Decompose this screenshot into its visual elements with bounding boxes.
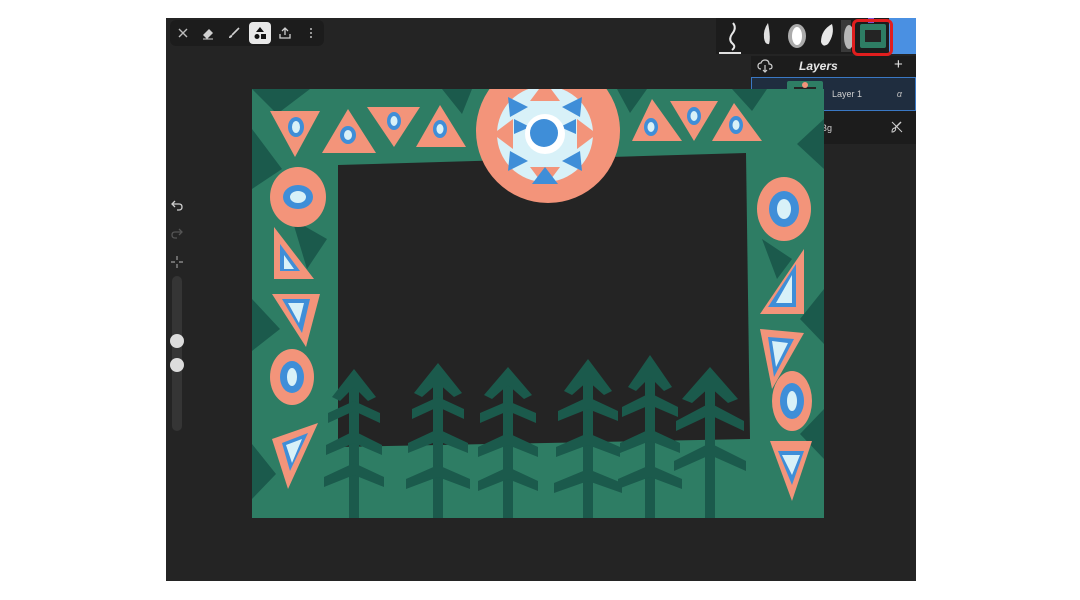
brush-stroke-icon xyxy=(788,24,806,48)
brush-size-opacity-track[interactable] xyxy=(172,276,182,431)
brush-stroke-icon xyxy=(729,22,736,51)
cloud-icon[interactable] xyxy=(757,58,773,74)
brush-button[interactable] xyxy=(223,22,245,44)
brush-stroke-icon xyxy=(821,24,833,46)
brush-preset-3[interactable] xyxy=(783,20,811,52)
active-color-swatch[interactable] xyxy=(889,18,916,54)
brush-preset-2[interactable] xyxy=(752,20,780,52)
more-button[interactable] xyxy=(300,22,322,44)
layers-header: Layers + xyxy=(751,56,916,76)
share-icon xyxy=(279,27,292,39)
top-toolbar xyxy=(170,20,324,46)
shapes-icon xyxy=(254,27,266,39)
brush-icon xyxy=(229,27,240,38)
brush-stroke-icon xyxy=(763,23,770,45)
shapes-button[interactable] xyxy=(248,22,271,44)
redo-icon[interactable] xyxy=(169,226,185,242)
fill-brush-icon[interactable] xyxy=(890,120,904,134)
brush-preset-1[interactable] xyxy=(719,20,747,52)
modify-button-icon[interactable] xyxy=(169,254,185,270)
left-sidebar xyxy=(168,188,186,433)
drawing-canvas[interactable] xyxy=(252,89,824,518)
undo-icon[interactable] xyxy=(169,198,185,214)
layers-title: Layers xyxy=(799,59,838,73)
more-icon xyxy=(310,28,313,38)
close-button[interactable] xyxy=(172,22,194,44)
brush-preset-4[interactable] xyxy=(813,20,841,52)
add-layer-button[interactable]: + xyxy=(894,57,903,73)
eraser-icon xyxy=(203,29,214,40)
canvas-artwork xyxy=(252,89,824,518)
layer-name: Layer 1 xyxy=(832,89,863,99)
share-button[interactable] xyxy=(274,22,296,44)
eraser-button[interactable] xyxy=(197,22,219,44)
blend-mode-alpha[interactable]: α xyxy=(897,89,902,99)
highlight-box-layers-button xyxy=(852,19,893,56)
close-icon xyxy=(178,28,188,38)
opacity-slider-knob[interactable] xyxy=(170,358,184,372)
procreate-app: Layers + Layer 1 α Bg xyxy=(166,18,916,581)
brush-size-slider-knob[interactable] xyxy=(170,334,184,348)
selected-brush-underline xyxy=(719,52,741,54)
